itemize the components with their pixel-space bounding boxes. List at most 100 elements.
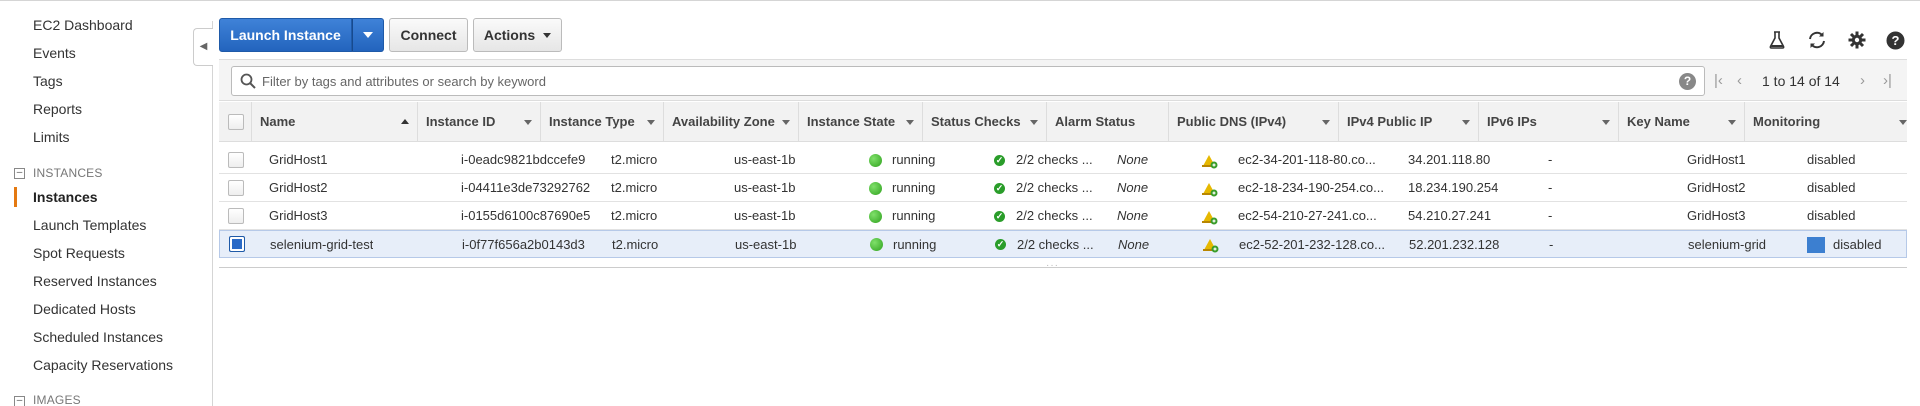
column-label: IPv6 IPs — [1487, 114, 1537, 129]
sidebar-item-tags[interactable]: Tags — [33, 73, 63, 89]
gear-icon[interactable] — [1846, 31, 1868, 53]
active-item-marker — [14, 187, 17, 207]
search-input[interactable] — [262, 72, 1662, 90]
sidebar-item-events[interactable]: Events — [33, 45, 76, 61]
column-header-ipv4-public-ip[interactable]: IPv4 Public IP — [1339, 102, 1479, 142]
select-all-checkbox[interactable] — [228, 114, 244, 130]
table-row[interactable]: GridHost3 i-0155d6100c87690e5 t2.micro u… — [219, 202, 1907, 230]
column-dropdown-icon — [782, 120, 790, 125]
cell-public-dns: ec2-52-201-232-128.co... — [1239, 237, 1385, 252]
cell-availability-zone: us-east-1b — [735, 237, 797, 252]
column-header-instance-state[interactable]: Instance State — [799, 102, 923, 142]
running-status-icon — [869, 154, 882, 167]
column-header-monitoring[interactable]: Monitoring — [1745, 102, 1907, 142]
connect-button[interactable]: Connect — [389, 18, 468, 52]
select-all-cell — [219, 102, 252, 142]
sidebar-section-instances: INSTANCES — [33, 166, 103, 180]
sidebar-item-dedicated-hosts[interactable]: Dedicated Hosts — [33, 301, 136, 317]
check-passed-icon: ✓ — [994, 155, 1005, 166]
row-checkbox[interactable] — [228, 208, 244, 224]
cell-instance-state: running — [892, 208, 936, 223]
cell-status-checks: 2/2 checks ... — [1016, 180, 1093, 195]
help-icon[interactable]: ? — [1884, 31, 1906, 53]
sidebar-item-limits[interactable]: Limits — [33, 129, 70, 145]
table-row[interactable]: GridHost1 i-0eadc9821bdccefe9 t2.micro u… — [219, 146, 1907, 174]
table-row[interactable]: GridHost2 i-04411e3de73292762 t2.micro u… — [219, 174, 1907, 202]
column-header-availability-zone[interactable]: Availability Zone — [664, 102, 799, 142]
sidebar-item-spot-requests[interactable]: Spot Requests — [33, 245, 125, 261]
refresh-icon[interactable] — [1806, 31, 1828, 53]
cell-instance-state: running — [892, 180, 936, 195]
column-dropdown-icon — [1030, 120, 1038, 125]
cell-alarm-status: None — [1117, 152, 1149, 167]
sidebar-item-reserved-instances[interactable]: Reserved Instances — [33, 273, 157, 289]
next-page-icon[interactable]: › — [1860, 72, 1865, 89]
column-header-key-name[interactable]: Key Name — [1619, 102, 1745, 142]
cell-ipv4-public-ip: 54.210.27.241 — [1408, 208, 1492, 223]
column-label: Instance ID — [426, 114, 496, 129]
flask-icon[interactable] — [1766, 31, 1788, 53]
column-label: Instance State — [807, 114, 896, 129]
search-help-icon[interactable]: ? — [1679, 73, 1696, 90]
create-alarm-icon[interactable] — [1200, 153, 1218, 169]
cell-ipv6-ips: - — [1548, 180, 1553, 195]
monitoring-highlight-marker — [1807, 237, 1825, 253]
column-dropdown-icon — [1462, 120, 1470, 125]
column-label: Key Name — [1627, 114, 1690, 129]
row-checkbox[interactable] — [228, 152, 244, 168]
sidebar-item-instances[interactable]: Instances — [33, 189, 98, 205]
first-page-icon[interactable]: |‹ — [1714, 72, 1723, 89]
collapse-instances-icon[interactable]: – — [14, 168, 25, 179]
column-dropdown-icon — [524, 120, 532, 125]
column-header-status-checks[interactable]: Status Checks — [923, 102, 1047, 142]
launch-instance-button[interactable]: Launch Instance — [219, 18, 352, 52]
cell-availability-zone: us-east-1b — [734, 180, 796, 195]
sidebar-item-capacity-reservations[interactable]: Capacity Reservations — [33, 357, 173, 373]
cell-status-checks: 2/2 checks ... — [1016, 152, 1093, 167]
launch-instance-dropdown-button[interactable] — [352, 18, 384, 52]
column-dropdown-icon — [1602, 120, 1610, 125]
cell-monitoring: disabled — [1807, 208, 1856, 223]
running-status-icon — [870, 238, 883, 251]
create-alarm-icon[interactable] — [1201, 237, 1219, 253]
search-icon — [240, 73, 256, 89]
create-alarm-icon[interactable] — [1200, 209, 1218, 225]
cell-availability-zone: us-east-1b — [734, 208, 796, 223]
column-label: Availability Zone — [672, 114, 775, 129]
cell-instance-id: i-0f77f656a2b0143d3 — [462, 237, 585, 252]
column-header-public-dns[interactable]: Public DNS (IPv4) — [1169, 102, 1339, 142]
collapse-images-icon[interactable]: – — [14, 396, 25, 406]
column-header-name[interactable]: Name — [252, 102, 418, 142]
cell-instance-type: t2.micro — [611, 180, 658, 195]
column-header-instance-id[interactable]: Instance ID — [418, 102, 541, 142]
last-page-icon[interactable]: ›| — [1883, 72, 1892, 89]
cell-monitoring: disabled — [1807, 180, 1856, 195]
cell-ipv6-ips: - — [1548, 152, 1553, 167]
column-label: Name — [260, 114, 296, 129]
cell-key-name: GridHost3 — [1687, 208, 1746, 223]
column-label: Public DNS (IPv4) — [1177, 114, 1287, 129]
create-alarm-icon[interactable] — [1200, 181, 1218, 197]
table-row-selected[interactable]: selenium-grid-test i-0f77f656a2b0143d3 t… — [219, 230, 1907, 258]
cell-key-name: selenium-grid — [1688, 237, 1767, 252]
column-label: Status Checks — [931, 114, 1021, 129]
sidebar-collapse-toggle[interactable]: ◀ — [193, 28, 213, 66]
filter-bar: ? |‹ ‹ 1 to 14 of 14 › ›| — [219, 59, 1907, 101]
cell-instance-type: t2.micro — [612, 237, 659, 252]
sidebar-item-reports[interactable]: Reports — [33, 101, 82, 117]
column-header-instance-type[interactable]: Instance Type — [541, 102, 664, 142]
column-header-alarm-status[interactable]: Alarm Status — [1047, 102, 1169, 142]
column-dropdown-icon — [647, 120, 655, 125]
cell-name: GridHost2 — [269, 180, 328, 195]
cell-status-checks: 2/2 checks ... — [1017, 237, 1094, 252]
sidebar-item-launch-templates[interactable]: Launch Templates — [33, 217, 146, 233]
row-checkbox[interactable] — [228, 180, 244, 196]
prev-page-icon[interactable]: ‹ — [1737, 72, 1742, 89]
column-header-ipv6-ips[interactable]: IPv6 IPs — [1479, 102, 1619, 142]
actions-button[interactable]: Actions — [473, 18, 562, 52]
column-label: Alarm Status — [1055, 114, 1136, 129]
sidebar-item-scheduled-instances[interactable]: Scheduled Instances — [33, 329, 163, 345]
sidebar-item-ec2-dashboard[interactable]: EC2 Dashboard — [33, 17, 133, 33]
row-checkbox[interactable] — [229, 236, 245, 252]
column-label: Instance Type — [549, 114, 635, 129]
